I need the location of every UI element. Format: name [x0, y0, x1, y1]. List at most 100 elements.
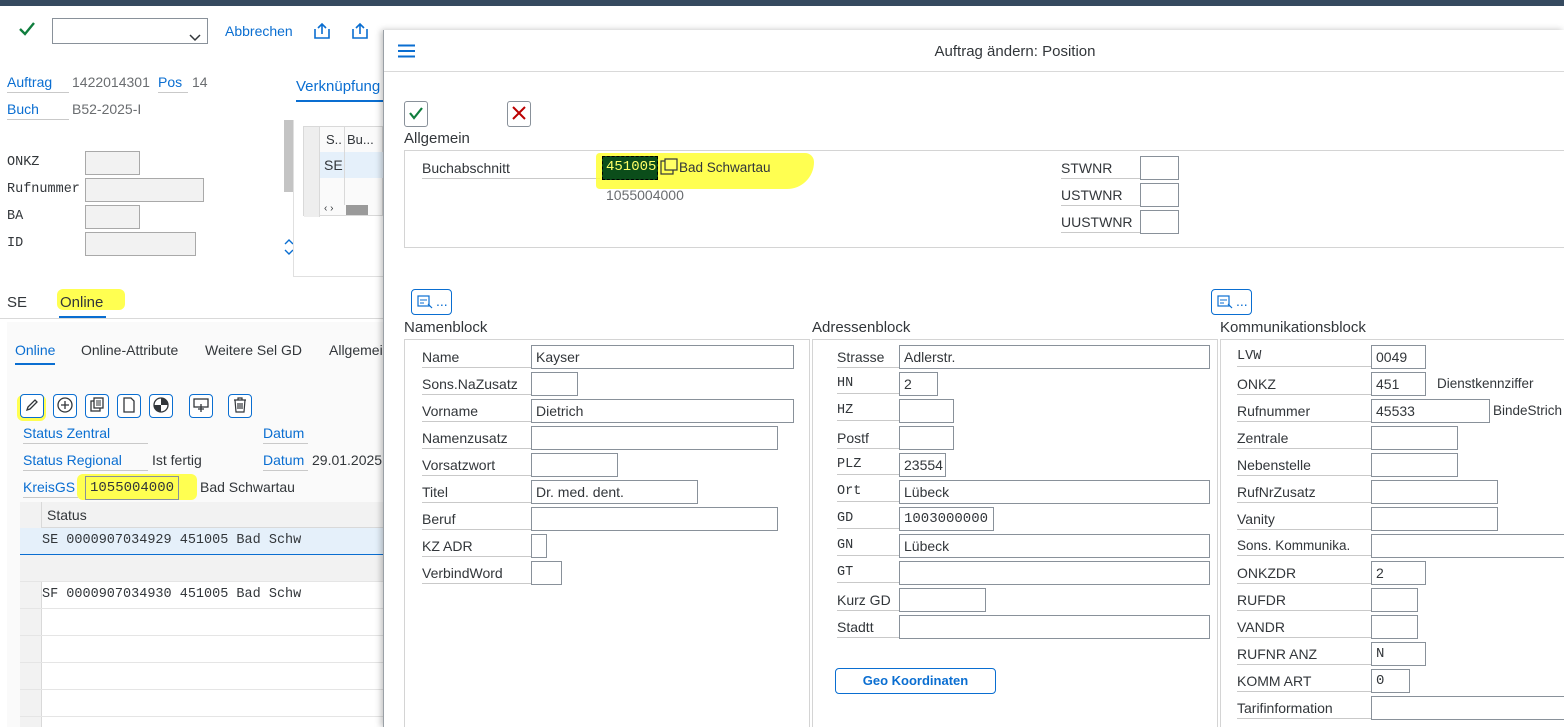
rufnummer-label: Rufnummer [7, 182, 80, 197]
uustwnr-input[interactable] [1140, 210, 1179, 234]
pos-label: Pos [158, 74, 188, 93]
onkzdr-input[interactable]: 2 [1371, 561, 1426, 585]
titel-input[interactable]: Dr. med. dent. [531, 480, 698, 504]
ort-input[interactable]: Lübeck [899, 480, 1210, 504]
auftrag-label: Auftrag [7, 74, 69, 93]
ba-label: BA [7, 209, 24, 224]
field-label: VANDR [1237, 619, 1372, 638]
tarifinformation-input[interactable] [1371, 696, 1564, 720]
subtab-weitere-sel-gd[interactable]: Weitere Sel GD [205, 342, 302, 358]
status-zentral-label: Status Zentral [23, 425, 148, 444]
subtab-online[interactable]: Online [15, 342, 55, 358]
edit-button[interactable] [20, 394, 44, 418]
namenblock-more-button[interactable]: ... [411, 289, 452, 315]
stwnr-input[interactable] [1140, 156, 1179, 180]
hz-input[interactable] [899, 399, 954, 423]
namenzusatz-input[interactable] [531, 426, 778, 450]
buchabschnitt-name: Bad Schwartau [679, 160, 771, 175]
onkz-dialog-input[interactable]: 451 [1371, 372, 1426, 396]
toolbar-dropdown[interactable] [52, 18, 208, 44]
subtab-allgemein[interactable]: Allgemei [329, 342, 383, 358]
field-label: Vanity [1237, 511, 1372, 530]
add-button[interactable] [53, 394, 77, 418]
buchabschnitt-input[interactable]: 451005 [602, 156, 658, 180]
kreisgs-input[interactable]: 1055004000 [85, 476, 179, 500]
gn-input[interactable]: Lübeck [899, 534, 1210, 558]
stadtt-input[interactable] [899, 615, 1210, 639]
cancel-dialog-button[interactable] [507, 101, 531, 127]
divider [293, 276, 383, 277]
status-button[interactable] [149, 394, 173, 418]
postf-input[interactable] [899, 426, 954, 450]
row-selector-column [304, 127, 320, 217]
pos-value: 14 [192, 74, 208, 90]
tab-online[interactable]: Online [60, 294, 103, 311]
upload-icon[interactable] [350, 21, 370, 44]
verbindword-input[interactable] [531, 561, 562, 585]
kurz-gd-input[interactable] [899, 588, 986, 612]
geo-koordinaten-button[interactable]: Geo Koordinaten [835, 668, 996, 694]
insert-button[interactable] [189, 394, 213, 418]
zentrale-input[interactable] [1371, 426, 1458, 450]
grid-row[interactable] [20, 555, 383, 582]
document-button[interactable] [117, 394, 141, 418]
ba-input[interactable] [85, 205, 140, 229]
grid-row[interactable] [20, 636, 383, 663]
beruf-input[interactable] [531, 507, 778, 531]
rufnummer-dialog-input[interactable]: 45533 [1371, 399, 1490, 423]
field-label: Name [422, 349, 532, 368]
grid-row[interactable] [20, 690, 383, 717]
onkz-input[interactable] [85, 151, 140, 175]
plz-input[interactable]: 23554 [899, 453, 946, 477]
hn-input[interactable]: 2 [899, 372, 938, 396]
ustwnr-input[interactable] [1140, 183, 1179, 207]
gt-input[interactable] [899, 561, 1210, 585]
name-input[interactable]: Kayser [531, 345, 794, 369]
lvw-input[interactable]: 0049 [1371, 345, 1426, 369]
delete-button[interactable] [228, 394, 252, 418]
nebenstelle-input[interactable] [1371, 453, 1458, 477]
namenblock-heading: Namenblock [404, 319, 488, 336]
datum-label-1: Datum [263, 425, 308, 444]
field-label: Beruf [422, 511, 532, 530]
subtab-online-attribute[interactable]: Online-Attribute [81, 342, 178, 358]
kz-adr-input[interactable] [531, 534, 547, 558]
grid-cell: SE 0000907034929 451005 Bad Schw [42, 533, 302, 548]
field-label: Sons.NaZusatz [422, 376, 532, 395]
id-input[interactable] [85, 232, 196, 256]
tab-verknuepfung[interactable]: Verknüpfung [296, 78, 380, 95]
strasse-input[interactable]: Adlerstr. [899, 345, 1210, 369]
rufdr-input[interactable] [1371, 588, 1418, 612]
grid-row[interactable]: SF 0000907034930 451005 Bad Schw [20, 582, 383, 609]
sons-nazusatz-input[interactable] [531, 372, 578, 396]
komm-art-input[interactable]: 0 [1371, 669, 1410, 693]
grid-row[interactable] [20, 663, 383, 690]
vorsatzwort-input[interactable] [531, 453, 618, 477]
vanity-input[interactable] [1371, 507, 1498, 531]
vorname-input[interactable]: Dietrich [531, 399, 794, 423]
field-label: Postf [837, 430, 900, 449]
kommunikation-more-button[interactable]: ... [1211, 289, 1252, 315]
rufnr-anz-input[interactable]: N [1371, 642, 1426, 666]
vandr-input[interactable] [1371, 615, 1418, 639]
position-dialog: Auftrag ändern: Position Allgemein Bucha… [383, 30, 1564, 727]
horizontal-scrollbar[interactable] [346, 205, 368, 215]
checkmark-icon[interactable] [18, 20, 36, 41]
rufnrzusatz-input[interactable] [1371, 480, 1498, 504]
close-icon [512, 105, 526, 123]
confirm-button[interactable] [404, 101, 428, 127]
tab-se[interactable]: SE [7, 294, 27, 311]
field-label: KOMM ART [1237, 673, 1372, 692]
cancel-button[interactable]: Abbrechen [225, 23, 293, 39]
gd-input[interactable]: 1003000000 [899, 507, 994, 531]
value-help-icon[interactable] [660, 158, 678, 179]
copy-button[interactable] [85, 394, 109, 418]
grid-row[interactable] [20, 609, 383, 636]
datum-label-2: Datum [263, 452, 308, 471]
grid-row[interactable]: SE 0000907034929 451005 Bad Schw [20, 528, 383, 555]
scroll-arrows-icon[interactable]: ‹ › [324, 203, 333, 214]
export-icon[interactable] [312, 21, 332, 44]
rufnummer-input[interactable] [85, 178, 204, 202]
sons-kommunika-input[interactable] [1371, 534, 1564, 558]
id-label: ID [7, 236, 24, 251]
